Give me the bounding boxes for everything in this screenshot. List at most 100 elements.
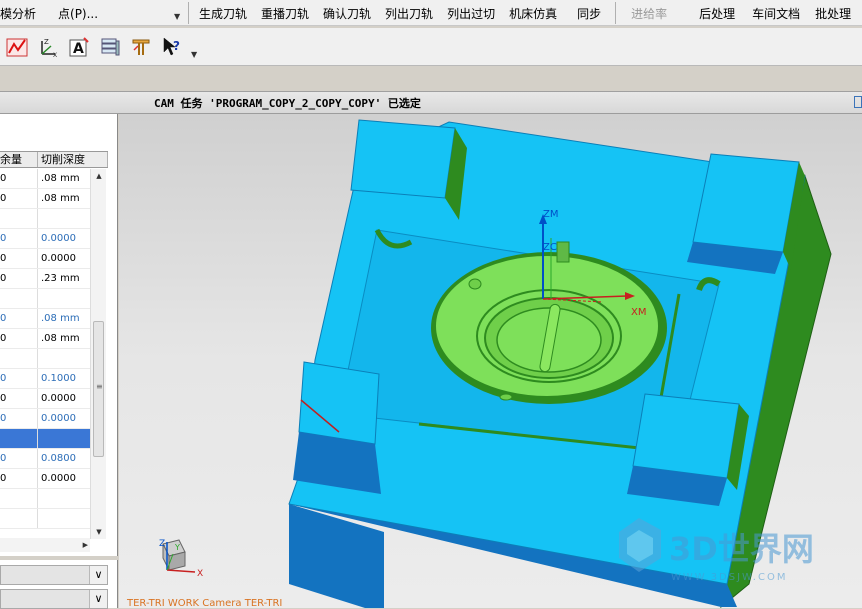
cell-stock: 0 <box>0 409 38 428</box>
corner-block-br <box>632 393 740 479</box>
table-row[interactable] <box>0 289 90 309</box>
table-row[interactable]: 0 0.0800 <box>0 449 90 469</box>
cell-cut-depth: 0.0000 <box>41 473 76 484</box>
cell-stock: 0 <box>0 229 38 248</box>
menu-verify-toolpath[interactable]: 确认刀轨 <box>316 5 378 22</box>
cell-cut-depth <box>38 289 90 308</box>
cell-cut-depth: 0.0000 <box>41 413 76 424</box>
chevron-down-icon[interactable]: ▼ <box>174 12 180 21</box>
graphics-viewport[interactable]: ZM ZC XM Z Y X 3D世界网 WWW.3DSJW.COM TER-T… <box>119 114 862 608</box>
scroll-up-icon[interactable]: ▲ <box>91 169 107 183</box>
scroll-down-icon[interactable]: ▼ <box>91 525 107 539</box>
triad-z-label: Z <box>159 539 165 549</box>
vertical-scrollbar[interactable]: ▲ ≡ ▼ <box>90 169 106 539</box>
svg-text:A: A <box>73 41 84 57</box>
grid-rows: 0.08 mm 0.08 mm 0 0.0000 0 0.0000 0.23 mm 0.08 … <box>0 169 90 529</box>
table-row[interactable] <box>0 209 90 229</box>
table-row[interactable]: 0.08 mm <box>0 169 90 189</box>
table-row[interactable]: 0.08 mm <box>0 189 90 209</box>
menubar-left: 模分析 点(P)... <box>0 0 110 26</box>
cell-cut-depth: .08 mm <box>41 193 80 204</box>
menu-machine-simulation[interactable]: 机床仿真 <box>502 5 564 22</box>
toolbar-separator <box>615 2 616 24</box>
csys-icon[interactable]: ZX <box>35 34 61 60</box>
cell-cut-depth: .23 mm <box>41 273 80 284</box>
viewport-caption: TER-TRI WORK Camera TER-TRI <box>127 598 283 608</box>
table-row[interactable]: 0.23 mm <box>0 269 90 289</box>
watermark-brand: 3D世界网 <box>669 530 814 568</box>
cell-stock <box>0 509 38 528</box>
cell-cut-depth: 0.0000 <box>41 233 76 244</box>
table-row[interactable] <box>0 349 90 369</box>
triad-x-label: X <box>197 569 203 579</box>
cell-cut-depth <box>38 489 90 508</box>
menu-generate-toolpath[interactable]: 生成刀轨 <box>190 5 254 22</box>
table-row[interactable] <box>0 509 90 529</box>
menu-postprocess[interactable]: 后处理 <box>687 5 745 22</box>
table-row[interactable]: 0.08 mm <box>0 329 90 349</box>
cell-cut-depth: .08 mm <box>41 313 80 324</box>
menu-replay-toolpath[interactable]: 重播刀轨 <box>254 5 316 22</box>
details-dropdown[interactable]: ∨ <box>0 565 108 585</box>
table-row[interactable]: 0 0.0000 <box>0 409 90 429</box>
cell-stock: 0 <box>0 449 38 468</box>
cell-cut-depth: 0.0000 <box>41 253 76 264</box>
tool-icon[interactable] <box>128 34 154 60</box>
whats-this-icon[interactable]: ? <box>159 34 185 60</box>
zc-axis-label: ZC <box>543 242 557 253</box>
chevron-down-icon[interactable]: ∨ <box>89 566 107 584</box>
table-row[interactable]: 0 0.0000 <box>0 389 90 409</box>
cell-cut-depth <box>38 349 90 368</box>
menu-batch[interactable]: 批处理 <box>807 5 858 22</box>
cell-stock <box>0 489 38 508</box>
toolbar-overflow-icon[interactable]: ▼ <box>191 50 197 59</box>
menu-point[interactable]: 点(P)... <box>48 5 110 22</box>
column-header-cut-depth[interactable]: 切削深度 <box>38 152 108 167</box>
column-header-stock[interactable]: 余量 <box>0 152 38 167</box>
cell-stock: 0 <box>0 309 38 328</box>
status-bar: CAM 任务 'PROGRAM_COPY_2_COPY_COPY' 已选定 <box>0 92 862 114</box>
layer-icon[interactable] <box>97 34 123 60</box>
cell-cut-depth: .08 mm <box>41 333 80 344</box>
table-row[interactable]: 0 0.0000 <box>0 229 90 249</box>
table-row[interactable]: 0 0.0000 <box>0 249 90 269</box>
cell-cut-depth: 0.0800 <box>41 453 76 464</box>
cell-stock: 0 <box>0 469 38 488</box>
dependencies-dropdown[interactable]: ∨ <box>0 589 108 609</box>
cell-stock <box>0 429 38 448</box>
cell-cut-depth: 0.1000 <box>41 373 76 384</box>
table-row[interactable]: 0 0.0000 <box>0 469 90 489</box>
scroll-thumb[interactable]: ≡ <box>93 321 104 457</box>
xm-axis-label: XM <box>631 307 646 318</box>
table-row[interactable]: 0.08 mm <box>0 309 90 329</box>
scroll-right-icon[interactable]: ▶ <box>83 538 88 552</box>
menu-model-analysis[interactable]: 模分析 <box>0 5 48 22</box>
svg-text:Z: Z <box>44 38 49 46</box>
table-row[interactable]: 0 0.1000 <box>0 369 90 389</box>
menu-list-toolpath[interactable]: 列出刀轨 <box>378 5 440 22</box>
menu-list-gouges[interactable]: 列出过切 <box>440 5 502 22</box>
menu-sync[interactable]: 同步 <box>564 5 615 22</box>
table-row[interactable] <box>0 429 90 449</box>
menubar-operations: 生成刀轨 重播刀轨 确认刀轨 列出刀轨 列出过切 机床仿真 同步 进给率 后处理… <box>190 0 858 26</box>
svg-text:?: ? <box>173 39 180 53</box>
status-message: CAM 任务 'PROGRAM_COPY_2_COPY_COPY' 已选定 <box>154 97 421 110</box>
analysis-icon[interactable] <box>4 34 30 60</box>
cell-cut-depth <box>38 209 90 228</box>
restore-icon[interactable] <box>854 96 862 108</box>
cell-stock: 0 <box>0 389 38 408</box>
view-triad[interactable]: Z Y X <box>159 539 203 579</box>
corner-block-tl <box>350 119 456 199</box>
horizontal-scrollbar[interactable]: ▶ <box>0 538 90 552</box>
table-row[interactable] <box>0 489 90 509</box>
chevron-down-icon[interactable]: ∨ <box>89 590 107 608</box>
menubar: 模分析 点(P)... ▼ 生成刀轨 重播刀轨 确认刀轨 列出刀轨 列出过切 机… <box>0 0 862 26</box>
panel-divider <box>0 556 118 560</box>
grid-header: 余量 切削深度 <box>0 151 108 168</box>
annotation-icon[interactable]: A <box>66 34 92 60</box>
triad-y-label: Y <box>174 543 180 552</box>
toolbar-separator <box>188 2 189 24</box>
cell-stock <box>0 289 38 308</box>
cell-cut-depth <box>38 429 90 448</box>
menu-shop-docs[interactable]: 车间文档 <box>745 5 807 22</box>
